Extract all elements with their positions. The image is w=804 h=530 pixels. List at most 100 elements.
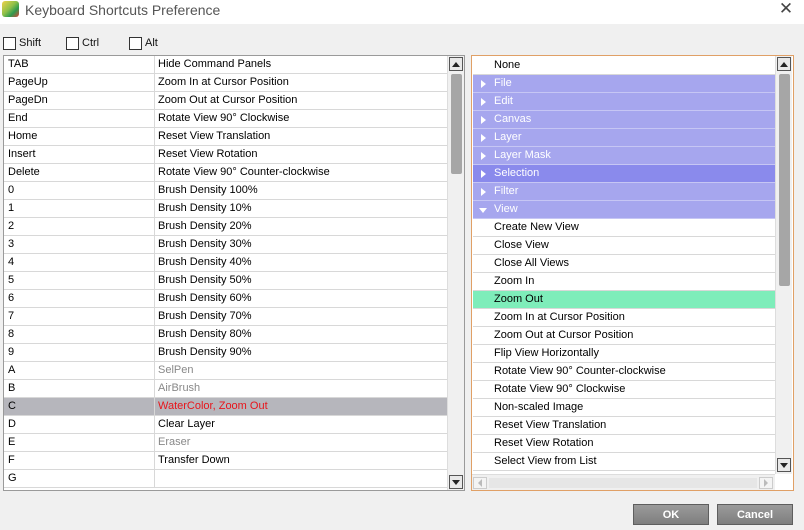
- expand-down-icon[interactable]: [479, 208, 487, 213]
- shortcut-command: AirBrush: [158, 382, 201, 394]
- shortcut-key: PageUp: [8, 76, 48, 88]
- table-row[interactable]: TAB Hide Command Panels: [4, 56, 447, 74]
- tree-item[interactable]: Reset View Rotation: [473, 435, 775, 453]
- scroll-thumb[interactable]: [779, 74, 790, 286]
- table-row[interactable]: 9 Brush Density 90%: [4, 344, 447, 362]
- vertical-scrollbar[interactable]: [775, 56, 792, 474]
- expand-right-icon[interactable]: [481, 80, 486, 88]
- shift-checkbox[interactable]: Shift: [3, 36, 41, 50]
- command-tree[interactable]: Select View from List Reset View Rotation…: [471, 55, 794, 491]
- tree-item[interactable]: Non-scaled Image: [473, 399, 775, 417]
- table-row[interactable]: 5 Brush Density 50%: [4, 272, 447, 290]
- table-row[interactable]: 0 Brush Density 100%: [4, 182, 447, 200]
- tree-category[interactable]: File: [473, 75, 775, 93]
- table-row[interactable]: C WaterColor, Zoom Out: [4, 398, 447, 416]
- tree-category[interactable]: Canvas: [473, 111, 775, 129]
- tree-item[interactable]: Create New View: [473, 219, 775, 237]
- ctrl-checkbox[interactable]: Ctrl: [66, 36, 99, 50]
- expand-right-icon[interactable]: [481, 170, 486, 178]
- table-row[interactable]: E Eraser: [4, 434, 447, 452]
- table-row[interactable]: A SelPen: [4, 362, 447, 380]
- scroll-left-button[interactable]: [473, 477, 487, 489]
- column-divider: [154, 380, 155, 398]
- scroll-up-button[interactable]: [449, 57, 463, 71]
- tree-item[interactable]: Rotate View 90° Clockwise: [473, 381, 775, 399]
- tree-item[interactable]: Close View: [473, 237, 775, 255]
- tree-item[interactable]: Select View from List: [473, 453, 775, 471]
- expand-right-icon[interactable]: [481, 188, 486, 196]
- table-row[interactable]: 8 Brush Density 80%: [4, 326, 447, 344]
- table-row[interactable]: 6 Brush Density 60%: [4, 290, 447, 308]
- table-row[interactable]: Insert Reset View Rotation: [4, 146, 447, 164]
- column-divider: [154, 290, 155, 308]
- shortcut-command: Zoom In at Cursor Position: [158, 76, 289, 88]
- shortcut-command: Brush Density 60%: [158, 292, 252, 304]
- table-row[interactable]: 3 Brush Density 30%: [4, 236, 447, 254]
- tree-item[interactable]: Close All Views: [473, 255, 775, 273]
- horizontal-scroll-thumb[interactable]: [489, 478, 757, 488]
- expand-right-icon[interactable]: [481, 134, 486, 142]
- table-row[interactable]: B AirBrush: [4, 380, 447, 398]
- table-row[interactable]: PageDn Zoom Out at Cursor Position: [4, 92, 447, 110]
- table-row[interactable]: End Rotate View 90° Clockwise: [4, 110, 447, 128]
- shortcut-key: 4: [8, 256, 15, 268]
- table-row[interactable]: D Clear Layer: [4, 416, 447, 434]
- tree-category[interactable]: Layer: [473, 129, 775, 147]
- tree-category[interactable]: Edit: [473, 93, 775, 111]
- column-divider: [154, 308, 155, 326]
- shortcut-command: Brush Density 80%: [158, 328, 252, 340]
- ok-button[interactable]: OK: [633, 504, 709, 525]
- shift-label: Shift: [19, 37, 42, 49]
- table-row[interactable]: F Transfer Down: [4, 452, 447, 470]
- tree-item-label: Rotate View 90° Clockwise: [494, 383, 626, 395]
- tree-item[interactable]: Reset View Translation: [473, 417, 775, 435]
- checkbox-box[interactable]: [3, 36, 16, 50]
- vertical-scrollbar[interactable]: [447, 56, 464, 490]
- tree-category[interactable]: View: [473, 201, 775, 219]
- checkbox-box[interactable]: [129, 36, 142, 50]
- column-divider: [154, 470, 155, 488]
- scroll-down-button[interactable]: [777, 458, 791, 472]
- table-row[interactable]: 2 Brush Density 20%: [4, 218, 447, 236]
- table-row[interactable]: Home Reset View Translation: [4, 128, 447, 146]
- tree-item-label: Selection: [494, 167, 540, 179]
- shortcut-command: Brush Density 10%: [158, 202, 252, 214]
- tree-item[interactable]: Zoom In: [473, 273, 775, 291]
- alt-checkbox[interactable]: Alt: [129, 36, 158, 50]
- tree-category[interactable]: Filter: [473, 183, 775, 201]
- tree-category[interactable]: Layer Mask: [473, 147, 775, 165]
- tree-item[interactable]: Zoom Out at Cursor Position: [473, 327, 775, 345]
- tree-item[interactable]: Zoom Out: [473, 291, 775, 309]
- table-row[interactable]: PageUp Zoom In at Cursor Position: [4, 74, 447, 92]
- shortcut-command: Reset View Translation: [158, 130, 271, 142]
- tree-item[interactable]: Zoom In at Cursor Position: [473, 309, 775, 327]
- expand-right-icon[interactable]: [481, 152, 486, 160]
- tree-item[interactable]: None: [473, 57, 775, 75]
- table-row[interactable]: 1 Brush Density 10%: [4, 200, 447, 218]
- table-row[interactable]: 7 Brush Density 70%: [4, 308, 447, 326]
- tree-item[interactable]: Flip View Horizontally: [473, 345, 775, 363]
- scroll-right-button[interactable]: [759, 477, 773, 489]
- table-row[interactable]: G: [4, 470, 447, 488]
- shortcut-key: End: [8, 112, 28, 124]
- horizontal-scrollbar[interactable]: [472, 474, 775, 490]
- scroll-down-button[interactable]: [449, 475, 463, 489]
- table-row[interactable]: 4 Brush Density 40%: [4, 254, 447, 272]
- table-row[interactable]: Delete Rotate View 90° Counter-clockwise: [4, 164, 447, 182]
- tree-category[interactable]: Selection: [473, 165, 775, 183]
- cancel-button[interactable]: Cancel: [717, 504, 793, 525]
- window-title: Keyboard Shortcuts Preference: [25, 2, 221, 18]
- shortcut-command: Brush Density 90%: [158, 346, 252, 358]
- column-divider: [154, 236, 155, 254]
- shortcut-list[interactable]: G F Transfer Down E Eraser D Clear Layer C Water…: [3, 55, 465, 491]
- tree-item[interactable]: Rotate View 90° Counter-clockwise: [473, 363, 775, 381]
- checkbox-box[interactable]: [66, 36, 79, 50]
- scroll-up-button[interactable]: [777, 57, 791, 71]
- scroll-thumb[interactable]: [451, 74, 462, 174]
- tree-item-label: Create New View: [494, 221, 579, 233]
- close-icon[interactable]: ✕: [777, 0, 795, 18]
- expand-right-icon[interactable]: [481, 98, 486, 106]
- shortcut-key: Delete: [8, 166, 40, 178]
- expand-right-icon[interactable]: [481, 116, 486, 124]
- ctrl-label: Ctrl: [82, 37, 100, 49]
